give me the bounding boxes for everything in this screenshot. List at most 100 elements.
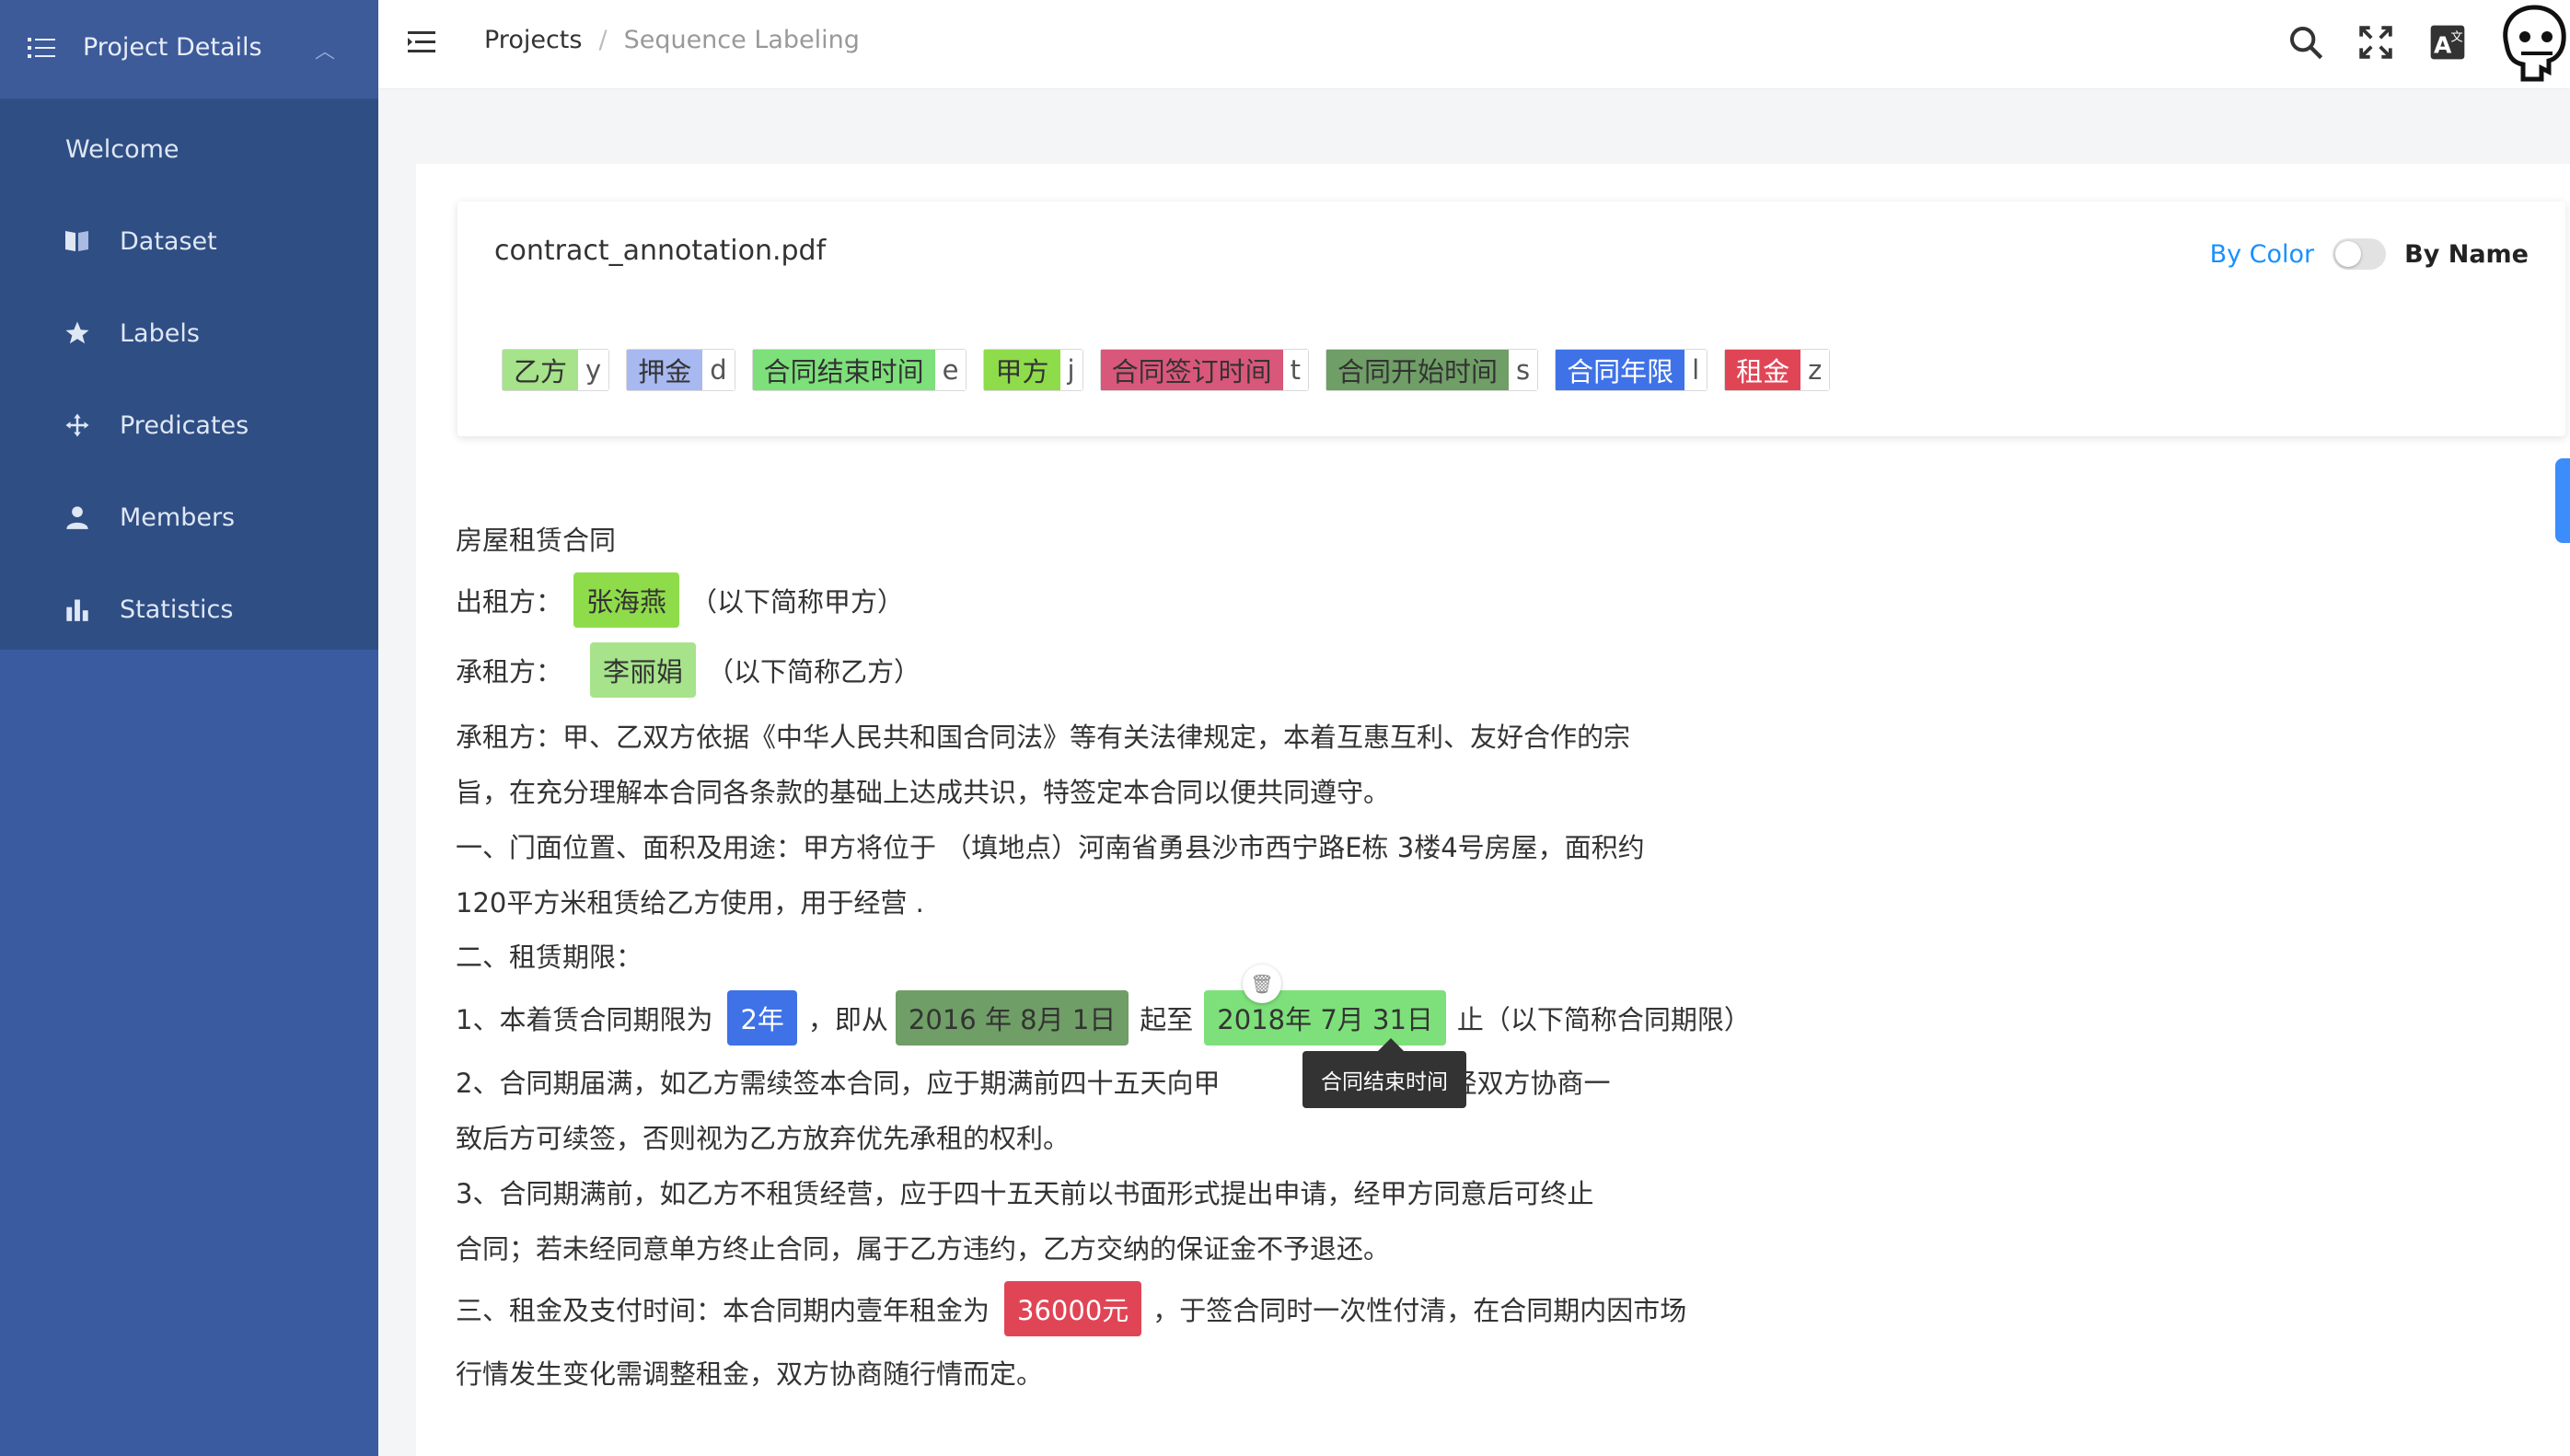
doc-title: 房屋租赁合同: [456, 525, 617, 556]
entity-party-b[interactable]: 李丽娟: [590, 642, 697, 698]
doc-text: （以下简称乙方）: [707, 656, 921, 688]
doc-text: 2、合同期届满，如乙方需续签本合同，应于期满前四十五天向甲: [456, 1068, 1221, 1099]
sidebar-item-statistics[interactable]: Statistics: [0, 572, 378, 646]
breadcrumb: Projects / Sequence Labeling: [484, 26, 860, 54]
star-icon: [63, 318, 92, 348]
sidebar-item-dataset[interactable]: Dataset: [0, 204, 378, 278]
doc-line: 旨，在充分理解本合同各条款的基础上达成共识，特签定本合同以便共同遵守。: [456, 768, 1390, 814]
label-tag-term[interactable]: 合同年限 l: [1555, 349, 1708, 391]
doc-text: 一、门面位置、面积及用途：甲方将位于 （填地点）河南省勇县沙市西宁路E栋 3楼4…: [456, 832, 1645, 863]
label-name: 甲方: [984, 350, 1060, 390]
entity-end-date[interactable]: 2018年 7月 31日: [1204, 990, 1446, 1046]
doc-line: 一、门面位置、面积及用途：甲方将位于 （填地点）河南省勇县沙市西宁路E栋 3楼4…: [456, 823, 1645, 869]
doc-text: 3、合同期满前，如乙方不租赁经营，应于四十五天前以书面形式提出申请，经甲方同意后…: [456, 1178, 1594, 1209]
chevron-up-icon: ︿: [315, 40, 336, 64]
sidebar-item-label: Members: [120, 503, 236, 532]
label-tag-rent[interactable]: 租金 z: [1724, 349, 1831, 391]
doc-text: 起至: [1140, 1004, 1194, 1035]
menu-fold-icon[interactable]: [406, 26, 439, 59]
sidebar-menu: Welcome Dataset Labels Predicates Member…: [0, 99, 378, 650]
doc-line: 120平方米租赁给乙方使用，用于经营 .: [456, 878, 924, 924]
list-icon: [28, 38, 55, 58]
label-key: s: [1508, 350, 1538, 390]
svg-text:A: A: [2434, 32, 2452, 59]
doc-text: 致后方可续签，否则视为乙方放弃优先承租的权利。: [456, 1123, 1071, 1154]
move-arrows-icon: [63, 410, 92, 440]
entity-start-date[interactable]: 2016 年 8月 1日: [895, 990, 1129, 1046]
doc-text: 止（以下简称合同期限）: [1456, 1004, 1751, 1035]
labels-row: 乙方 y 押金 d 合同结束时间 e 甲方 j 合同签订时间 t 合同开始时间 s 合同年限…: [502, 349, 1831, 391]
label-key: l: [1684, 350, 1708, 390]
label-key: j: [1059, 350, 1082, 390]
doc-text: 120平方米租赁给乙方使用，用于经营 .: [456, 887, 924, 919]
label-key: z: [1800, 350, 1830, 390]
label-key: d: [702, 350, 735, 390]
entity-rent[interactable]: 36000元: [1004, 1281, 1142, 1336]
translate-icon[interactable]: A文: [2427, 22, 2468, 63]
entity-tooltip: 合同结束时间: [1302, 1038, 1466, 1108]
label-name: 合同开始时间: [1326, 350, 1509, 390]
doc-text: ，即从: [807, 1004, 888, 1035]
scrollbar-handle[interactable]: [2555, 458, 2570, 543]
doc-line: 二、租赁期限：: [456, 932, 642, 978]
by-color-label[interactable]: By Color: [2210, 240, 2315, 269]
doc-text: 二、租赁期限：: [456, 942, 643, 973]
entity-term[interactable]: 2年: [727, 990, 797, 1046]
bar-chart-icon: [63, 595, 92, 624]
breadcrumb-separator: /: [598, 26, 608, 54]
label-tag-end-date[interactable]: 合同结束时间 e: [751, 349, 967, 391]
label-name: 押金: [627, 350, 703, 390]
doc-text: 1、本着赁合同期限为: [456, 1004, 713, 1035]
sidebar-item-label: Welcome: [65, 134, 179, 164]
doc-text: 承租方：甲、乙双方依据《中华人民共和国合同法》等有关法律规定，本着互惠互利、友好…: [456, 722, 1631, 753]
avatar[interactable]: [2495, 4, 2569, 83]
sidebar-item-label: Dataset: [120, 226, 217, 256]
breadcrumb-projects[interactable]: Projects: [484, 26, 582, 54]
trash-icon[interactable]: 🗑: [1243, 965, 1281, 1003]
doc-line: 合同；若未经同意单方终止合同，属于乙方违约，乙方交纳的保证金不予退还。: [456, 1224, 1390, 1270]
user-icon: [63, 503, 92, 532]
by-name-label[interactable]: By Name: [2404, 240, 2529, 269]
label-tag-deposit[interactable]: 押金 d: [626, 349, 735, 391]
label-name: 乙方: [503, 350, 579, 390]
switch-knob: [2335, 241, 2362, 267]
doc-text: 三、租金及支付时间：本合同期内壹年租金为: [456, 1295, 990, 1326]
label-tag-sign-date[interactable]: 合同签订时间 t: [1099, 349, 1309, 391]
doc-text: ，于签合同时一次性付清，在合同期内因市场: [1152, 1295, 1687, 1326]
doc-line: 3、合同期满前，如乙方不租赁经营，应于四十五天前以书面形式提出申请，经甲方同意后…: [456, 1169, 1593, 1215]
doc-text: 旨，在充分理解本合同各条款的基础上达成共识，特签定本合同以便共同遵守。: [456, 777, 1391, 808]
sidebar-title: Project Details: [83, 33, 262, 62]
label-tag-start-date[interactable]: 合同开始时间 s: [1325, 349, 1539, 391]
svg-text:文: 文: [2450, 29, 2462, 44]
sidebar-item-labels[interactable]: Labels: [0, 296, 378, 370]
sidebar-item-members[interactable]: Members: [0, 480, 378, 554]
sidebar-header[interactable]: Project Details ︿: [0, 0, 378, 99]
sidebar-item-label: Predicates: [120, 410, 249, 440]
top-bar: Projects / Sequence Labeling A文: [378, 0, 2570, 89]
doc-line: 承租方： 李丽娟 （以下简称乙方）: [456, 642, 920, 698]
label-key: t: [1282, 350, 1308, 390]
label-tag-party-a[interactable]: 甲方 j: [983, 349, 1083, 391]
label-tag-party-b[interactable]: 乙方 y: [502, 349, 610, 391]
fullscreen-icon[interactable]: [2356, 22, 2396, 63]
doc-text: （以下简称甲方）: [690, 586, 905, 618]
display-toggle: By Color By Name: [2210, 238, 2529, 270]
doc-line: 行情发生变化需调整租金，双方协商随行情而定。: [456, 1349, 1043, 1395]
doc-line: 三、租金及支付时间：本合同期内壹年租金为 36000元 ，于签合同时一次性付清，…: [456, 1279, 1686, 1338]
book-icon: [63, 226, 92, 256]
label-name: 租金: [1725, 350, 1801, 390]
doc-line: 出租方： 张海燕 （以下简称甲方）: [456, 572, 904, 628]
search-icon[interactable]: [2286, 22, 2326, 63]
label-key: e: [934, 350, 967, 390]
label-card: contract_annotation.pdf By Color By Name…: [457, 202, 2565, 436]
display-mode-switch[interactable]: [2333, 238, 2387, 270]
sidebar-item-welcome[interactable]: Welcome: [0, 112, 378, 186]
entity-party-a[interactable]: 张海燕: [573, 572, 680, 628]
label-name: 合同结束时间: [752, 350, 935, 390]
sidebar: Project Details ︿ Welcome Dataset Labels…: [0, 0, 378, 1456]
doc-text: 出租方：: [456, 586, 563, 618]
breadcrumb-current: Sequence Labeling: [623, 26, 860, 54]
doc-line: 承租方：甲、乙双方依据《中华人民共和国合同法》等有关法律规定，本着互惠互利、友好…: [456, 712, 1630, 758]
sidebar-item-predicates[interactable]: Predicates: [0, 388, 378, 462]
doc-line: 1、本着赁合同期限为 2年 ，即从 2016 年 8月 1日 起至 2018年 …: [456, 988, 1751, 1047]
